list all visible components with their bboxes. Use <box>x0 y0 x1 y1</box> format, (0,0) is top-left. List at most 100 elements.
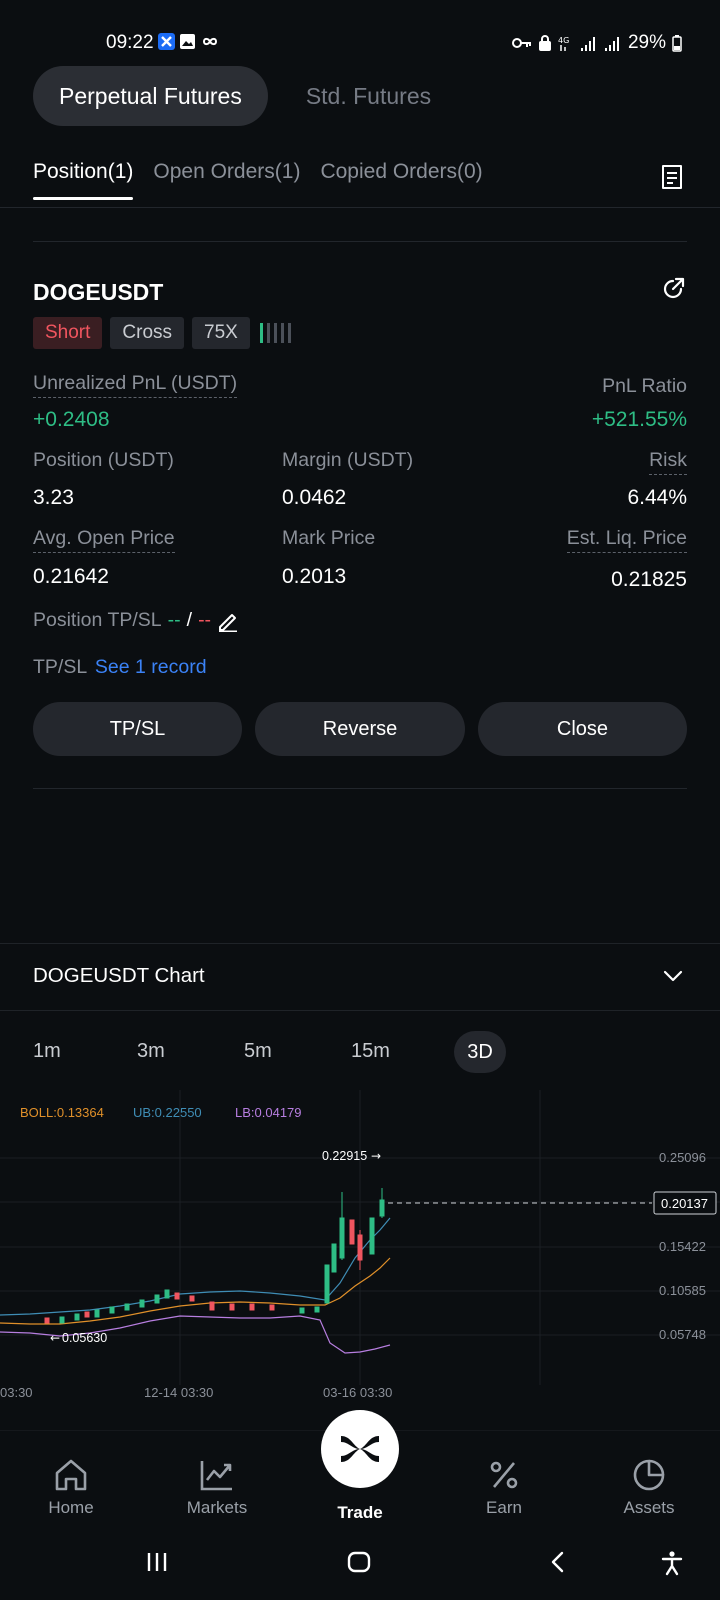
mark-price-label: Mark Price <box>282 527 376 549</box>
nav-markets[interactable]: Markets <box>167 1458 267 1518</box>
position-tags: Short Cross 75X <box>33 317 291 349</box>
nav-trade-label: Trade <box>337 1503 383 1522</box>
see-records-link[interactable]: See 1 record <box>95 656 207 678</box>
time-axis-label: 12-14 03:30 <box>144 1385 213 1400</box>
margin-value: 0.0462 <box>282 486 347 509</box>
status-system-icons: 4G 29% <box>511 32 682 54</box>
margin-mode-badge: Cross <box>110 317 185 349</box>
high-price-label: 0.22915 <box>322 1149 367 1163</box>
mark-price-value: 0.2013 <box>282 565 347 588</box>
current-price-tag: 0.20137 <box>661 1196 708 1211</box>
tab-std-futures[interactable]: Std. Futures <box>280 66 457 126</box>
avg-open-price-value: 0.21642 <box>33 565 109 588</box>
time-axis-label: 03-16 03:30 <box>323 1385 392 1400</box>
percent-icon <box>490 1461 518 1489</box>
nav-assets-label: Assets <box>623 1498 675 1517</box>
pie-icon <box>633 1459 665 1491</box>
nav-earn[interactable]: Earn <box>454 1458 554 1518</box>
order-history-icon[interactable] <box>660 164 684 190</box>
home-icon <box>55 1459 87 1491</box>
tpsl-record-row: TP/SL See 1 record <box>33 656 207 679</box>
tab-copied-orders[interactable]: Copied Orders(0) <box>320 160 482 200</box>
pnl-ratio-label: PnL Ratio <box>602 375 687 397</box>
risk-label[interactable]: Risk <box>649 449 687 475</box>
vpn-key-icon <box>511 38 531 48</box>
risk-value: 6.44% <box>627 486 687 509</box>
signal-bars-icon <box>580 36 595 51</box>
app-notification-icon <box>158 33 175 50</box>
low-marker: ← <box>50 1331 60 1345</box>
status-notification-icons <box>158 33 220 50</box>
lock-status-icon <box>538 34 551 51</box>
markets-icon <box>200 1461 232 1491</box>
price-axis-label: 0.15422 <box>659 1239 706 1254</box>
time-axis-label: 03:30 <box>0 1385 33 1400</box>
nav-home[interactable]: Home <box>21 1458 121 1518</box>
nav-markets-label: Markets <box>186 1498 248 1517</box>
nav-trade[interactable]: Trade <box>310 1503 410 1523</box>
high-marker: → <box>371 1149 381 1163</box>
side-badge: Short <box>33 317 103 349</box>
position-tabs: Position(1) Open Orders(1) Copied Orders… <box>33 160 483 200</box>
status-bar: 09:22 4G 29% <box>0 0 720 70</box>
edit-tpsl-icon[interactable] <box>217 610 239 632</box>
position-size-label: Position (USDT) <box>33 449 174 471</box>
timeframe-1m[interactable]: 1m <box>33 1040 61 1063</box>
nav-assets[interactable]: Assets <box>599 1458 699 1518</box>
liq-price-label[interactable]: Est. Liq. Price <box>566 527 687 553</box>
signal-4g-icon: 4G <box>558 36 569 51</box>
position-tpsl-label: Position TP/SL <box>33 609 162 631</box>
pnl-ratio-value: +521.55% <box>591 408 687 431</box>
section-divider <box>33 241 687 242</box>
signal-bars-2-icon <box>604 36 619 51</box>
position-symbol[interactable]: DOGEUSDT <box>33 279 163 306</box>
battery-icon <box>672 34 682 52</box>
trade-button[interactable] <box>321 1410 399 1488</box>
tpsl-button[interactable]: TP/SL <box>33 702 242 756</box>
reverse-button[interactable]: Reverse <box>255 702 465 756</box>
battery-percent: 29% <box>627 32 666 53</box>
svg-text:4G: 4G <box>558 36 569 45</box>
tp-value: -- <box>167 609 181 631</box>
tab-position[interactable]: Position(1) <box>33 160 134 200</box>
timeframe-3m[interactable]: 3m <box>137 1040 165 1063</box>
tabs-divider <box>0 207 720 208</box>
risk-level-bars <box>259 323 291 343</box>
recent-apps-icon[interactable] <box>146 1550 168 1574</box>
timeframe-15m[interactable]: 15m <box>351 1040 390 1063</box>
share-icon[interactable] <box>660 276 686 302</box>
unrealized-pnl-value: +0.2408 <box>33 408 110 431</box>
timeframe-3d[interactable]: 3D <box>454 1031 506 1073</box>
home-system-icon[interactable] <box>347 1550 371 1574</box>
margin-label: Margin (USDT) <box>282 449 414 471</box>
chart-title[interactable]: DOGEUSDT Chart <box>33 964 205 988</box>
position-size-value: 3.23 <box>33 486 74 509</box>
back-icon[interactable] <box>548 1550 568 1574</box>
timeframe-5m[interactable]: 5m <box>244 1040 272 1063</box>
leverage-badge: 75X <box>192 317 250 349</box>
price-chart[interactable]: 0.25096 0.15422 0.10585 0.05748 0.20137 <box>0 1090 720 1410</box>
unrealized-pnl-label[interactable]: Unrealized PnL (USDT) <box>33 372 238 398</box>
image-notification-icon <box>180 34 195 49</box>
trade-icon <box>341 1436 379 1462</box>
price-axis-label: 0.25096 <box>659 1150 706 1165</box>
price-axis-label: 0.10585 <box>659 1283 706 1298</box>
avg-open-price-label[interactable]: Avg. Open Price <box>33 527 175 553</box>
chart-divider-top <box>0 943 720 944</box>
accessibility-icon[interactable] <box>660 1550 684 1576</box>
close-position-button[interactable]: Close <box>478 702 687 756</box>
price-axis-label: 0.05748 <box>659 1327 706 1342</box>
tab-open-orders[interactable]: Open Orders(1) <box>153 160 300 200</box>
status-time: 09:22 <box>106 32 154 53</box>
tpsl-slash: / <box>186 609 193 631</box>
tab-perpetual-futures[interactable]: Perpetual Futures <box>33 66 268 126</box>
futures-mode-switch: Perpetual Futures Std. Futures <box>33 66 457 126</box>
sl-value: -- <box>198 609 212 631</box>
section-divider <box>33 788 687 789</box>
low-price-label: 0.05630 <box>62 1331 107 1345</box>
chevron-down-icon[interactable] <box>662 965 684 987</box>
liq-price-value: 0.21825 <box>611 568 687 591</box>
infinity-notification-icon <box>202 37 218 46</box>
position-tpsl-row: Position TP/SL -- / -- <box>33 609 239 632</box>
tpsl-record-label: TP/SL <box>33 656 87 678</box>
